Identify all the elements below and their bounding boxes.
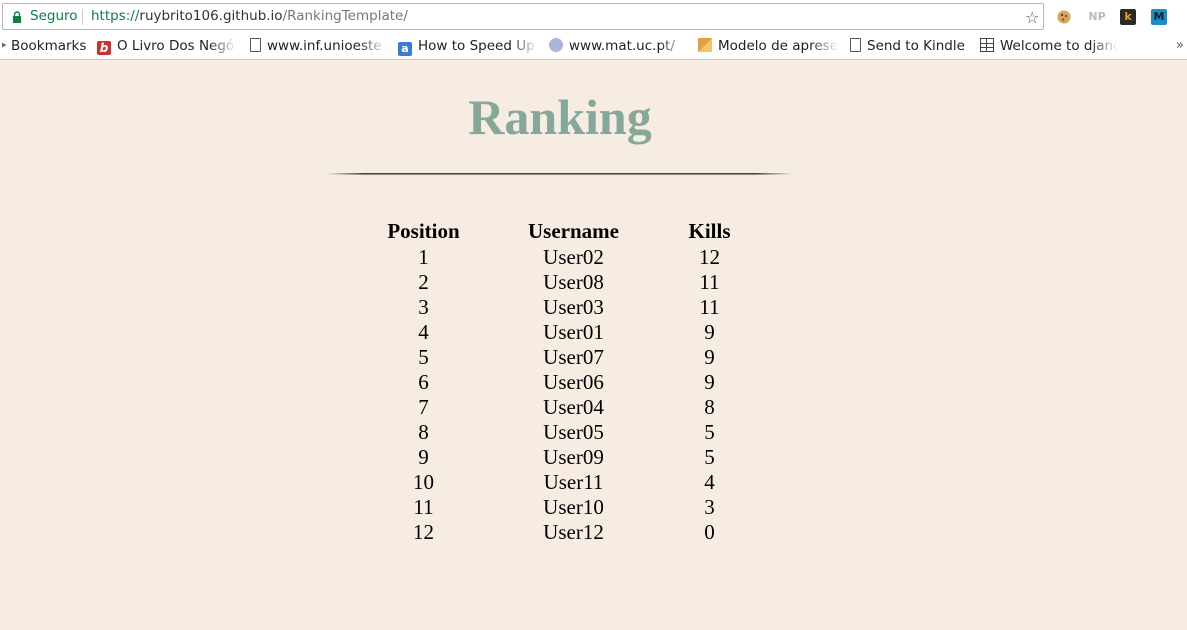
title-divider bbox=[326, 173, 793, 175]
column-header-username: Username bbox=[528, 219, 619, 243]
bookmark-label: www.mat.uc.pt/ bbox=[569, 38, 675, 54]
table-row: 8 User05 5 bbox=[356, 420, 763, 445]
username-cell: User02 bbox=[543, 245, 604, 269]
bookmarks-chevron-icon: ‣ bbox=[0, 38, 8, 54]
username-cell: User08 bbox=[543, 270, 604, 294]
bookmark-bookmarks[interactable]: ‣ Bookmarks bbox=[0, 36, 86, 56]
ranking-table: Position Username Kills 1 User02 12 2 User08… bbox=[356, 218, 763, 545]
position-cell: 10 bbox=[413, 470, 434, 494]
bookmark-mat-uc[interactable]: www.mat.uc.pt/ bbox=[549, 36, 687, 56]
a-logo-icon: a bbox=[398, 42, 412, 56]
kills-cell: 11 bbox=[699, 270, 720, 294]
column-header-kills: Kills bbox=[688, 219, 731, 243]
secure-label: Seguro bbox=[30, 8, 78, 24]
kills-cell: 9 bbox=[704, 320, 715, 344]
bookmark-inf-unioeste[interactable]: www.inf.unioeste bbox=[250, 36, 386, 56]
username-cell: User04 bbox=[543, 395, 604, 419]
username-cell: User10 bbox=[543, 495, 604, 519]
page-title: Ranking bbox=[468, 89, 652, 145]
username-cell: User11 bbox=[543, 470, 604, 494]
table-row: 10 User11 4 bbox=[356, 470, 763, 495]
bookmark-label: O Livro Dos Negó bbox=[117, 38, 235, 54]
position-cell: 9 bbox=[418, 445, 429, 469]
username-cell: User12 bbox=[543, 520, 604, 544]
kills-cell: 0 bbox=[704, 520, 715, 544]
slides-icon bbox=[698, 38, 712, 52]
kills-cell: 5 bbox=[704, 420, 715, 444]
username-cell: User05 bbox=[543, 420, 604, 444]
position-cell: 1 bbox=[418, 245, 429, 269]
bookmarks-bar: ‣ Bookmarks b O Livro Dos Negó www.inf.uni… bbox=[0, 34, 1187, 60]
ranking-table-body: 1 User02 12 2 User08 11 3 User03 11 4 User01 9 5 User… bbox=[356, 245, 763, 545]
table-row: 2 User08 11 bbox=[356, 270, 763, 295]
bookmark-o-livro[interactable]: b O Livro Dos Negó bbox=[97, 36, 237, 56]
kills-cell: 8 bbox=[704, 395, 715, 419]
column-header-position: Position bbox=[387, 219, 460, 243]
table-row: 12 User12 0 bbox=[356, 520, 763, 545]
table-row: 4 User01 9 bbox=[356, 320, 763, 345]
kills-cell: 5 bbox=[704, 445, 715, 469]
position-cell: 5 bbox=[418, 345, 429, 369]
k-extension-icon[interactable]: k bbox=[1120, 9, 1136, 25]
position-cell: 12 bbox=[413, 520, 434, 544]
position-cell: 8 bbox=[418, 420, 429, 444]
page-icon bbox=[850, 38, 861, 52]
table-header-row: Position Username Kills bbox=[356, 218, 763, 245]
b-logo-icon: b bbox=[97, 41, 111, 55]
cookie-icon[interactable] bbox=[1056, 9, 1072, 25]
url-host: ruybrito106.github.io bbox=[139, 8, 283, 24]
address-bar: Seguro https://ruybrito106.github.io/Ran… bbox=[0, 0, 1187, 34]
kills-cell: 11 bbox=[699, 295, 720, 319]
table-row: 11 User10 3 bbox=[356, 495, 763, 520]
username-cell: User07 bbox=[543, 345, 604, 369]
bookmark-label: Modelo de apresen bbox=[718, 38, 838, 54]
page-icon bbox=[250, 38, 261, 52]
bookmark-star-icon[interactable]: ☆ bbox=[1025, 8, 1039, 27]
url-scheme: https:// bbox=[91, 8, 140, 24]
bookmarks-overflow-icon[interactable]: » bbox=[1176, 38, 1184, 53]
bookmark-welcome-django[interactable]: Welcome to djang bbox=[980, 36, 1118, 56]
position-cell: 7 bbox=[418, 395, 429, 419]
bookmark-speed-up[interactable]: a How to Speed Up bbox=[398, 36, 538, 56]
table-row: 3 User03 11 bbox=[356, 295, 763, 320]
kills-cell: 12 bbox=[699, 245, 720, 269]
table-row: 1 User02 12 bbox=[356, 245, 763, 270]
position-cell: 3 bbox=[418, 295, 429, 319]
position-cell: 4 bbox=[418, 320, 429, 344]
bookmark-label: Bookmarks bbox=[10, 38, 87, 54]
bookmark-label: Welcome to djang bbox=[1000, 38, 1118, 54]
lock-icon bbox=[13, 11, 21, 23]
bookmark-label: www.inf.unioeste bbox=[267, 38, 382, 54]
url-separator bbox=[82, 9, 83, 25]
table-row: 5 User07 9 bbox=[356, 345, 763, 370]
bookmark-label: Send to Kindle bbox=[867, 38, 965, 54]
bookmark-send-to-kindle[interactable]: Send to Kindle bbox=[850, 36, 965, 56]
table-row: 7 User04 8 bbox=[356, 395, 763, 420]
kills-cell: 4 bbox=[704, 470, 715, 494]
globe-icon bbox=[549, 38, 563, 52]
bookmark-label: How to Speed Up bbox=[418, 38, 535, 54]
kills-cell: 9 bbox=[704, 370, 715, 394]
grid-icon bbox=[980, 38, 994, 52]
position-cell: 6 bbox=[418, 370, 429, 394]
url-path: /RankingTemplate/ bbox=[282, 8, 408, 24]
table-row: 6 User06 9 bbox=[356, 370, 763, 395]
username-cell: User03 bbox=[543, 295, 604, 319]
kills-cell: 3 bbox=[704, 495, 715, 519]
position-cell: 11 bbox=[413, 495, 434, 519]
position-cell: 2 bbox=[418, 270, 429, 294]
username-cell: User06 bbox=[543, 370, 604, 394]
kills-cell: 9 bbox=[704, 345, 715, 369]
url-field[interactable]: Seguro https://ruybrito106.github.io/Ran… bbox=[2, 3, 1044, 30]
url-text[interactable]: https://ruybrito106.github.io/RankingTem… bbox=[91, 8, 408, 24]
table-row: 9 User09 5 bbox=[356, 445, 763, 470]
username-cell: User01 bbox=[543, 320, 604, 344]
bookmark-modelo[interactable]: Modelo de apresen bbox=[698, 36, 838, 56]
np-extension-icon[interactable]: NP bbox=[1087, 9, 1107, 25]
username-cell: User09 bbox=[543, 445, 604, 469]
m-extension-icon[interactable]: M bbox=[1151, 9, 1167, 25]
